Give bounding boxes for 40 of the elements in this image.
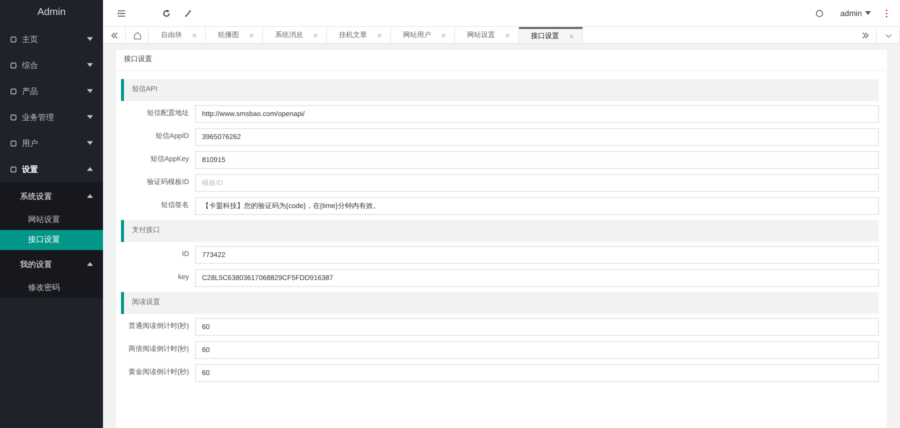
menu-item-icon bbox=[10, 140, 17, 146]
nav-item[interactable]: 用户 bbox=[0, 130, 103, 156]
caret-icon bbox=[865, 11, 871, 15]
caret-icon bbox=[87, 194, 93, 198]
caret-icon bbox=[87, 115, 93, 119]
nav-item[interactable]: 产品 bbox=[0, 78, 103, 104]
nav-group[interactable]: 系统设置 bbox=[0, 182, 103, 210]
menu-item-icon bbox=[10, 88, 17, 94]
nav-item[interactable]: 综合 bbox=[0, 52, 103, 78]
nav-subitem[interactable]: 网站设置 bbox=[0, 210, 103, 230]
close-icon[interactable] bbox=[569, 34, 574, 38]
more-icon[interactable] bbox=[885, 8, 888, 18]
close-icon[interactable] bbox=[313, 32, 318, 38]
menu-icon[interactable] bbox=[117, 8, 126, 18]
caret-icon bbox=[87, 167, 93, 171]
caret-icon bbox=[87, 141, 93, 145]
nav-subitem[interactable]: 修改密码 bbox=[0, 278, 103, 298]
caret-icon bbox=[87, 262, 93, 266]
nav-item[interactable]: 主页 bbox=[0, 26, 103, 52]
nav-item[interactable]: 业务管理 bbox=[0, 104, 103, 130]
menu-item-icon bbox=[10, 36, 17, 42]
menu-item-icon bbox=[10, 114, 17, 120]
caret-icon bbox=[87, 37, 93, 41]
menu-item-icon bbox=[10, 166, 17, 172]
nav-subitem[interactable]: 接口设置 bbox=[0, 230, 103, 250]
menu-item-icon bbox=[10, 62, 17, 68]
nav-item[interactable]: 设置 bbox=[0, 156, 103, 182]
nav-group[interactable]: 我的设置 bbox=[0, 250, 103, 278]
home-icon bbox=[132, 30, 142, 40]
caret-icon bbox=[87, 89, 93, 93]
user-menu[interactable]: admin bbox=[840, 8, 862, 18]
close-icon[interactable] bbox=[441, 32, 446, 38]
refresh-icon[interactable] bbox=[162, 8, 171, 18]
close-icon[interactable] bbox=[505, 32, 510, 38]
close-icon[interactable] bbox=[192, 32, 197, 38]
double-chevron-left-icon bbox=[110, 30, 118, 40]
close-icon[interactable] bbox=[249, 32, 254, 38]
double-chevron-right-icon bbox=[860, 30, 870, 40]
caret-icon bbox=[87, 63, 93, 67]
close-icon[interactable] bbox=[377, 32, 382, 38]
